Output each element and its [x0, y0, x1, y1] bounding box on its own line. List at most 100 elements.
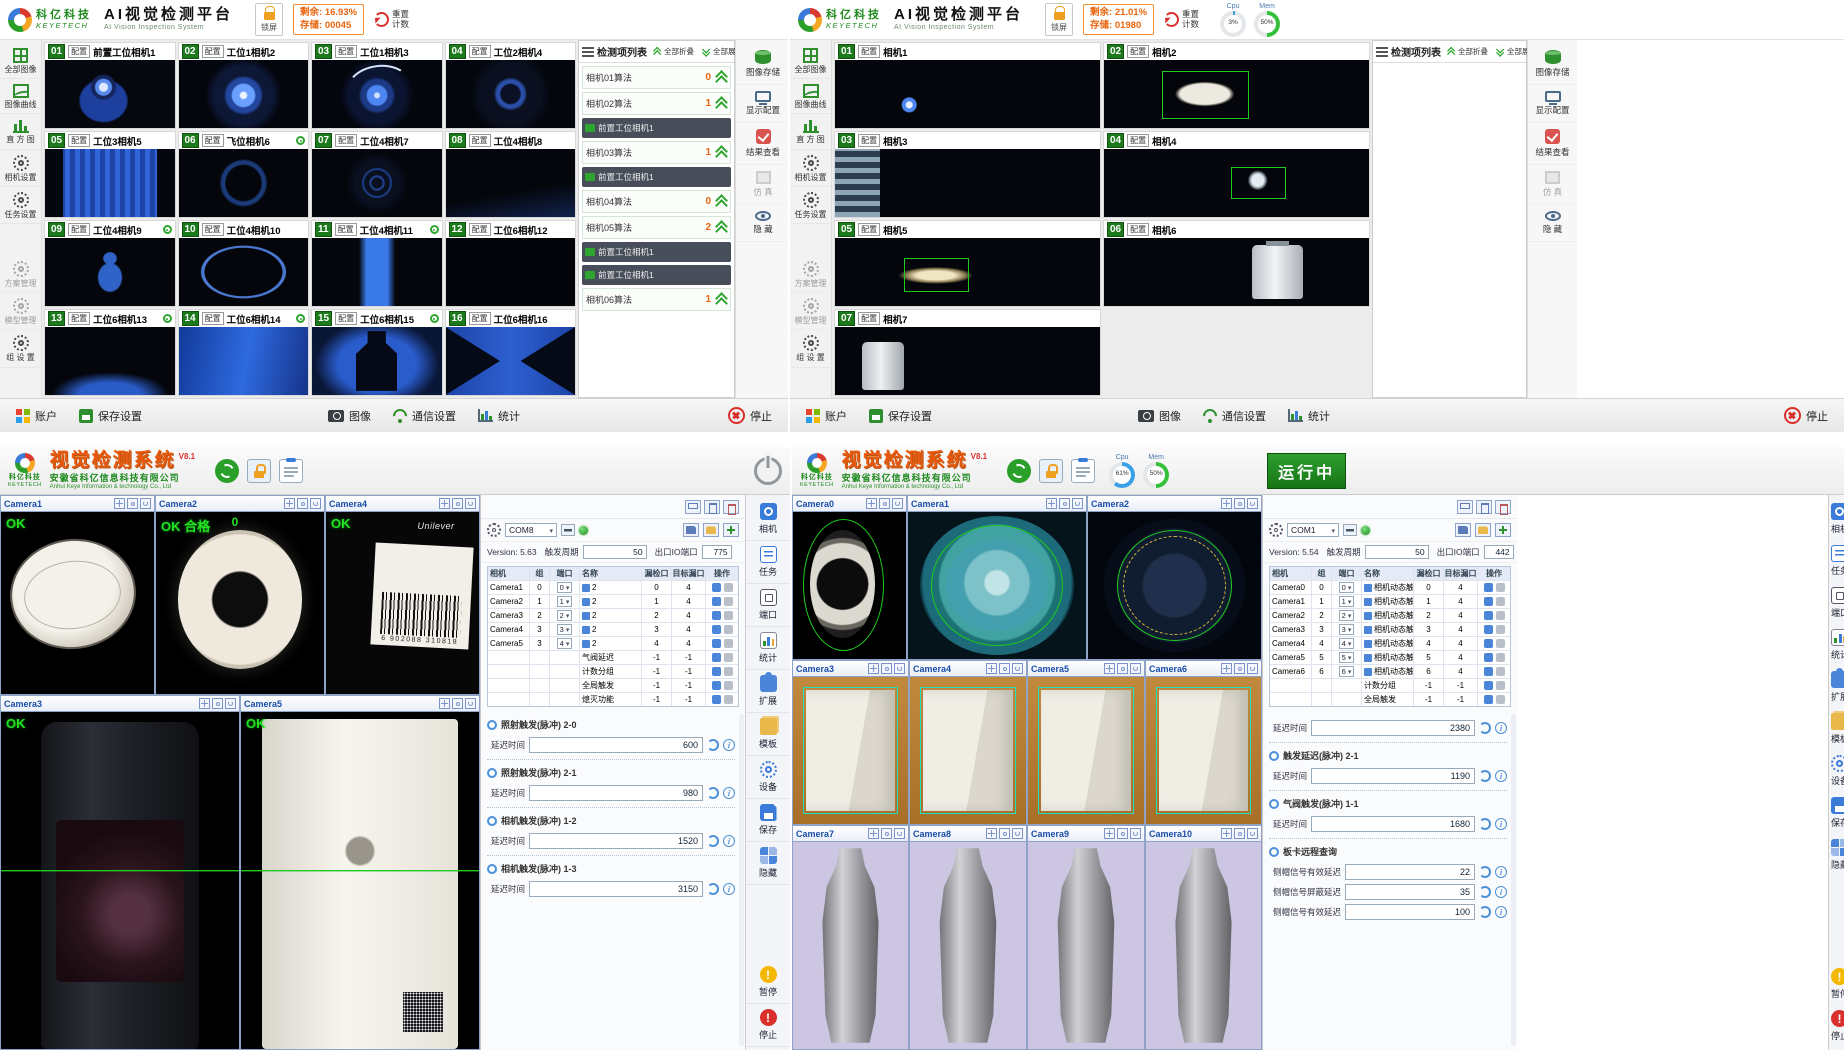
configure-button[interactable]: 配置 — [469, 223, 491, 236]
camera-tile[interactable]: 03配置工位1相机3 — [311, 42, 443, 129]
rail-item-task[interactable]: 任务 — [746, 541, 790, 584]
delete-icon[interactable] — [1496, 597, 1505, 606]
delete-icon[interactable] — [724, 625, 733, 634]
table-row[interactable]: 全局触发-1-1 — [1270, 693, 1510, 706]
sidebar-item[interactable]: 全部图像 — [0, 43, 41, 79]
algorithm-item[interactable]: 相机06算法1 — [582, 288, 731, 311]
configure-button[interactable]: 配置 — [858, 134, 880, 147]
stop-button[interactable]: 停止 — [1831, 1005, 1844, 1047]
algorithm-item[interactable]: 相机03算法1 — [582, 141, 731, 164]
configure-button[interactable]: 配置 — [68, 223, 90, 236]
sidebar-item[interactable]: 方案管理 — [0, 256, 41, 293]
monitor-add-icon[interactable] — [1457, 500, 1473, 514]
snapshot-icon[interactable] — [452, 498, 463, 509]
edit-icon[interactable] — [712, 667, 721, 676]
edit-icon[interactable] — [712, 583, 721, 592]
grid-icon[interactable] — [439, 698, 450, 709]
edit-icon[interactable] — [712, 695, 721, 704]
snapshot-icon[interactable] — [1234, 498, 1245, 509]
refresh-icon[interactable] — [1479, 886, 1491, 898]
rail-item-hide2[interactable]: 隐藏 — [1831, 834, 1844, 876]
rail-item-cam2[interactable]: 相机 — [1831, 498, 1844, 540]
clipboard-icon[interactable] — [1071, 459, 1095, 483]
collapse-chevron-icon[interactable] — [714, 97, 727, 110]
pause-button[interactable]: 暂停 — [746, 961, 790, 1004]
edit-icon[interactable] — [1484, 611, 1493, 620]
delete-icon[interactable] — [1496, 611, 1505, 620]
pause-button[interactable]: 暂停 — [1831, 963, 1844, 1005]
configure-button[interactable]: 配置 — [202, 312, 224, 325]
grid-icon[interactable] — [199, 698, 210, 709]
monitor-add-icon[interactable] — [685, 500, 701, 514]
table-row[interactable]: 气阀延迟-1-1 — [488, 651, 738, 665]
camera-tile[interactable]: Camera4 — [909, 660, 1027, 825]
port-select[interactable]: 5 — [1339, 652, 1355, 663]
save-icon[interactable] — [683, 523, 699, 537]
grid-icon[interactable] — [986, 663, 997, 674]
export-icon[interactable] — [1476, 500, 1492, 514]
snapshot-icon[interactable] — [297, 498, 308, 509]
configure-button[interactable]: 配置 — [469, 134, 491, 147]
rail-item-port[interactable]: 端口 — [746, 584, 790, 627]
camera-tile[interactable]: 02配置工位1相机2 — [178, 42, 310, 129]
refresh-icon[interactable] — [1012, 828, 1023, 839]
configure-button[interactable]: 配置 — [68, 312, 90, 325]
configure-button[interactable]: 配置 — [202, 223, 224, 236]
delete-icon[interactable] — [1496, 639, 1505, 648]
camera-tile[interactable]: 05配置相机5 — [834, 220, 1101, 307]
field-input[interactable]: 22 — [1345, 864, 1475, 880]
edit-icon[interactable] — [1484, 597, 1493, 606]
sidebar-item[interactable]: 组 设 置 — [790, 330, 831, 367]
rail-item-ext[interactable]: 扩展 — [746, 670, 790, 713]
collapse-all-button[interactable]: 全部折叠 — [1444, 45, 1488, 58]
snapshot-icon[interactable] — [452, 698, 463, 709]
port-select[interactable]: 2 — [1339, 610, 1355, 621]
sidebar-item[interactable]: 任务设置 — [0, 187, 41, 224]
snapshot-icon[interactable] — [1234, 663, 1245, 674]
field-input[interactable]: 35 — [1345, 884, 1475, 900]
delete-icon[interactable] — [724, 681, 733, 690]
rail-item-stats2[interactable]: 统计 — [1831, 624, 1844, 666]
trash-icon[interactable] — [723, 500, 739, 514]
camera-tile[interactable]: 05配置工位3相机5 — [44, 131, 176, 218]
rail-item-ext[interactable]: 扩展 — [1831, 666, 1844, 708]
rail-item-task[interactable]: 任务 — [1831, 540, 1844, 582]
stop-button[interactable]: 停止 — [724, 407, 776, 424]
settings-sections[interactable]: 照射触发(脉冲) 2-0延迟时间600照射触发(脉冲) 2-1延迟时间980相机… — [481, 710, 745, 1050]
refresh-icon[interactable] — [1072, 498, 1083, 509]
rail-item-cam2[interactable]: 相机 — [746, 498, 790, 541]
trigger-period-input[interactable]: 50 — [583, 545, 647, 559]
rail-item-store[interactable]: 图像存储 — [736, 44, 790, 85]
toolbar-win-button[interactable]: 账户 — [12, 408, 61, 424]
table-row[interactable]: Camera322224 — [488, 609, 738, 623]
field-input[interactable]: 3150 — [529, 881, 703, 897]
camera-tile[interactable]: 10配置工位4相机10 — [178, 220, 310, 307]
port-select[interactable]: 6 — [1339, 666, 1355, 677]
sync-icon[interactable] — [215, 459, 239, 483]
refresh-icon[interactable] — [1479, 770, 1491, 782]
io-port-input[interactable]: 775 — [702, 545, 732, 559]
algorithm-item[interactable]: 相机02算法1 — [582, 92, 731, 115]
info-icon[interactable] — [723, 739, 735, 751]
camera-tile[interactable]: Camera5 — [1027, 660, 1145, 825]
collapse-chevron-icon[interactable] — [714, 71, 727, 84]
camera-tile[interactable]: 01配置相机1 — [834, 42, 1101, 129]
table-row[interactable]: Camera211214 — [488, 595, 738, 609]
swap-icon[interactable] — [561, 524, 575, 536]
sidebar-item[interactable]: 相机设置 — [790, 150, 831, 187]
com-port-select[interactable]: COM1 — [1287, 523, 1339, 537]
camera-tile[interactable]: 08配置工位4相机8 — [445, 131, 577, 218]
lock-icon[interactable] — [1039, 459, 1063, 483]
camera-tile[interactable]: Camera3OK — [0, 695, 240, 1050]
refresh-icon[interactable] — [1479, 866, 1491, 878]
edit-icon[interactable] — [1484, 667, 1493, 676]
port-select[interactable]: 1 — [557, 596, 573, 607]
toolbar-win-button[interactable]: 账户 — [802, 408, 851, 424]
field-input[interactable]: 600 — [529, 737, 703, 753]
collapse-chevron-icon[interactable] — [714, 146, 727, 159]
edit-icon[interactable] — [1484, 625, 1493, 634]
refresh-icon[interactable] — [707, 787, 719, 799]
grid-icon[interactable] — [114, 498, 125, 509]
snapshot-icon[interactable] — [881, 663, 892, 674]
edit-icon[interactable] — [712, 611, 721, 620]
